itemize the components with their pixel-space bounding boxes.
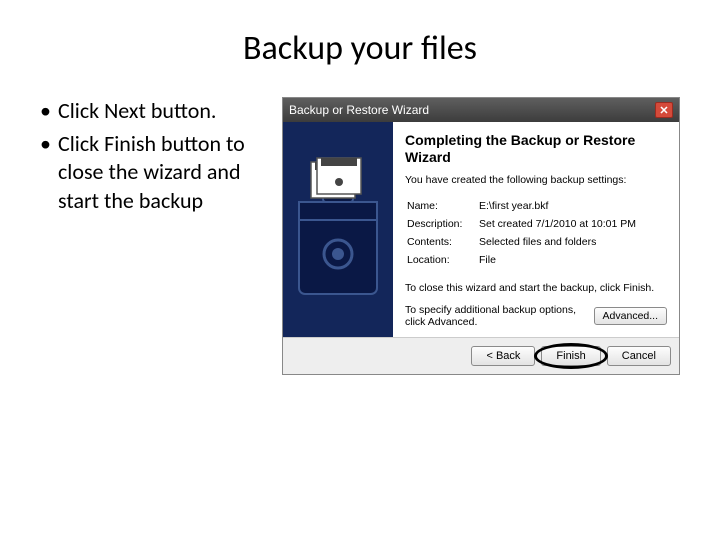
wizard-intro: You have created the following backup se… bbox=[405, 174, 667, 186]
wizard-main: Completing the Backup or Restore Wizard … bbox=[393, 122, 679, 337]
label-name: Name: bbox=[407, 198, 477, 214]
close-button[interactable]: ✕ bbox=[655, 102, 673, 118]
value-contents: Selected files and folders bbox=[479, 234, 644, 250]
value-name: E:\first year.bkf bbox=[479, 198, 644, 214]
close-icon: ✕ bbox=[659, 104, 668, 117]
dialog-title: Backup or Restore Wizard bbox=[289, 103, 429, 117]
table-row: Contents: Selected files and folders bbox=[407, 234, 644, 250]
slide-title: Backup your files bbox=[40, 28, 680, 69]
table-row: Name: E:\first year.bkf bbox=[407, 198, 644, 214]
wizard-dialog: Backup or Restore Wizard ✕ bbox=[282, 97, 680, 375]
settings-table: Name: E:\first year.bkf Description: Set… bbox=[405, 196, 646, 270]
advanced-button[interactable]: Advanced... bbox=[594, 307, 667, 325]
dialog-body: Completing the Backup or Restore Wizard … bbox=[283, 122, 679, 337]
backup-icon bbox=[293, 154, 383, 304]
label-contents: Contents: bbox=[407, 234, 477, 250]
label-location: Location: bbox=[407, 252, 477, 268]
dialog-titlebar: Backup or Restore Wizard ✕ bbox=[283, 98, 679, 122]
finish-button[interactable]: Finish bbox=[541, 346, 600, 366]
slide: Backup your files Click Next button. Cli… bbox=[0, 0, 720, 540]
bullet-list: Click Next button. Click Finish button t… bbox=[40, 97, 270, 219]
value-location: File bbox=[479, 252, 644, 268]
cancel-button[interactable]: Cancel bbox=[607, 346, 671, 366]
table-row: Location: File bbox=[407, 252, 644, 268]
bullet-item: Click Finish button to close the wizard … bbox=[40, 130, 270, 216]
advanced-instruction: To specify additional backup options, cl… bbox=[405, 304, 584, 329]
wizard-sidebar bbox=[283, 122, 393, 337]
dialog-footer: < Back Finish Cancel bbox=[283, 337, 679, 374]
wizard-heading: Completing the Backup or Restore Wizard bbox=[405, 132, 667, 166]
label-description: Description: bbox=[407, 216, 477, 232]
value-description: Set created 7/1/2010 at 10:01 PM bbox=[479, 216, 644, 232]
content-row: Click Next button. Click Finish button t… bbox=[40, 97, 680, 375]
advanced-row: To specify additional backup options, cl… bbox=[405, 304, 667, 329]
finish-instruction: To close this wizard and start the backu… bbox=[405, 282, 667, 294]
bullet-item: Click Next button. bbox=[40, 97, 270, 126]
back-button[interactable]: < Back bbox=[471, 346, 535, 366]
table-row: Description: Set created 7/1/2010 at 10:… bbox=[407, 216, 644, 232]
